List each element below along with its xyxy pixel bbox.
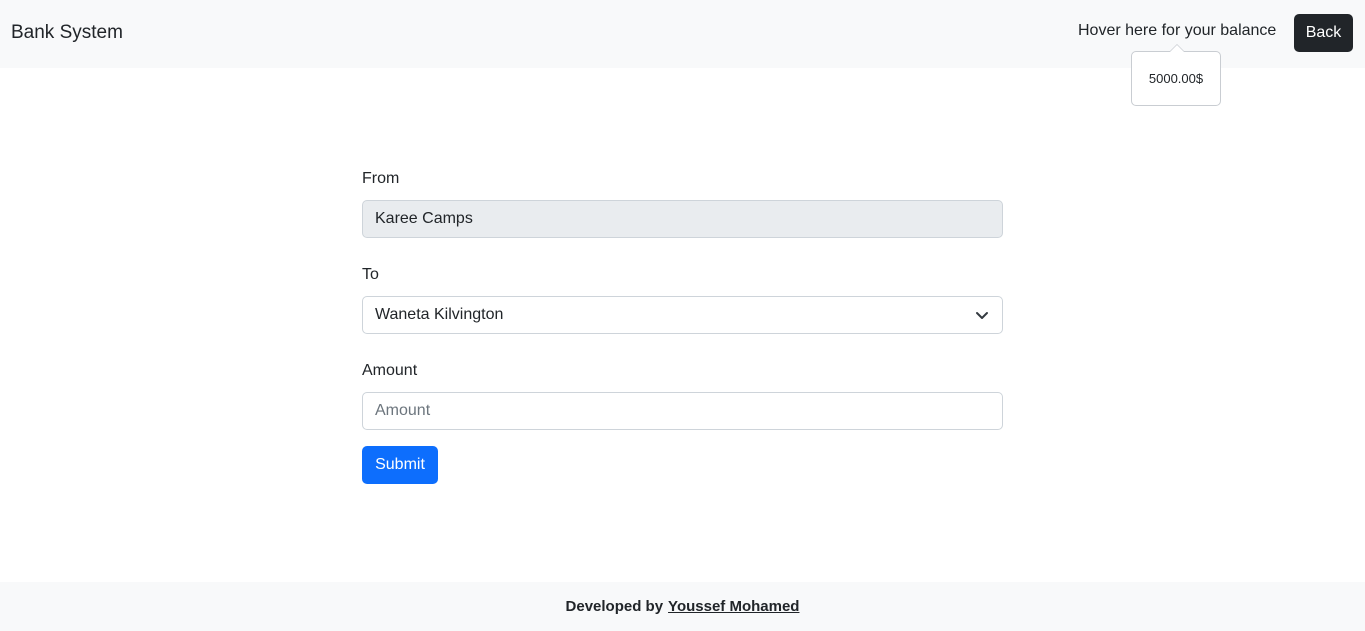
brand-title[interactable]: Bank System <box>11 22 123 44</box>
from-value: Karee Camps <box>375 210 473 227</box>
footer: Developed by Youssef Mohamed <box>0 582 1365 631</box>
back-button[interactable]: Back <box>1294 14 1353 52</box>
balance-hover-trigger[interactable]: Hover here for your balance <box>1078 22 1276 40</box>
submit-button[interactable]: Submit <box>362 446 438 484</box>
to-label: To <box>362 266 379 283</box>
amount-placeholder: Amount <box>375 402 431 419</box>
to-selected-value: Waneta Kilvington <box>375 306 504 323</box>
from-field: Karee Camps <box>362 200 1003 238</box>
balance-value: 5000.00$ <box>1148 71 1204 86</box>
transfer-form: From Karee Camps To Waneta Kilvington Am… <box>362 170 1003 484</box>
to-select[interactable]: Waneta Kilvington <box>362 296 1003 334</box>
balance-popover: 5000.00$ <box>1131 44 1221 106</box>
from-label: From <box>362 170 400 187</box>
author-link[interactable]: Youssef Mohamed <box>668 598 799 615</box>
amount-label: Amount <box>362 362 418 379</box>
amount-input[interactable]: Amount <box>362 392 1003 430</box>
footer-prefix: Developed by <box>565 598 664 615</box>
chevron-down-icon <box>976 312 988 319</box>
